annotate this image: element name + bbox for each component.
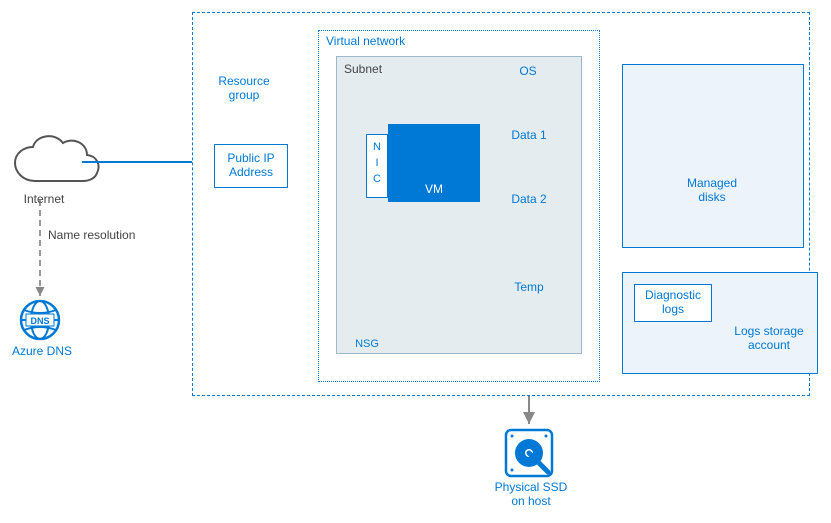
managed-disks-box <box>622 64 804 248</box>
public-ip-box: Public IP Address <box>214 144 288 188</box>
disk-data1-label: Data 1 <box>502 128 556 142</box>
virtual-network-label: Virtual network <box>326 34 405 48</box>
dns-icon: DNS <box>21 301 59 339</box>
name-resolution-label: Name resolution <box>48 228 158 242</box>
vm-label: VM <box>388 182 480 196</box>
svg-text:DNS: DNS <box>30 316 49 326</box>
internet-label: Internet <box>8 192 80 206</box>
resource-group-label: Resource group <box>214 74 274 102</box>
subnet-label: Subnet <box>344 62 382 76</box>
disk-data2-label: Data 2 <box>502 192 556 206</box>
diagnostic-logs-box: Diagnostic logs <box>634 284 712 322</box>
disk-temp-label: Temp <box>504 280 554 294</box>
cloud-icon <box>15 136 99 181</box>
azure-dns-label: Azure DNS <box>6 344 78 358</box>
ssd-label: Physical SSD on host <box>488 480 574 508</box>
ssd-icon <box>506 430 552 476</box>
managed-disks-label: Managed disks <box>622 176 802 204</box>
nic-box: N I C <box>366 134 388 198</box>
nsg-label: NSG <box>350 338 384 350</box>
logs-storage-label: Logs storage account <box>726 324 812 352</box>
disk-os-label: OS <box>506 64 550 78</box>
